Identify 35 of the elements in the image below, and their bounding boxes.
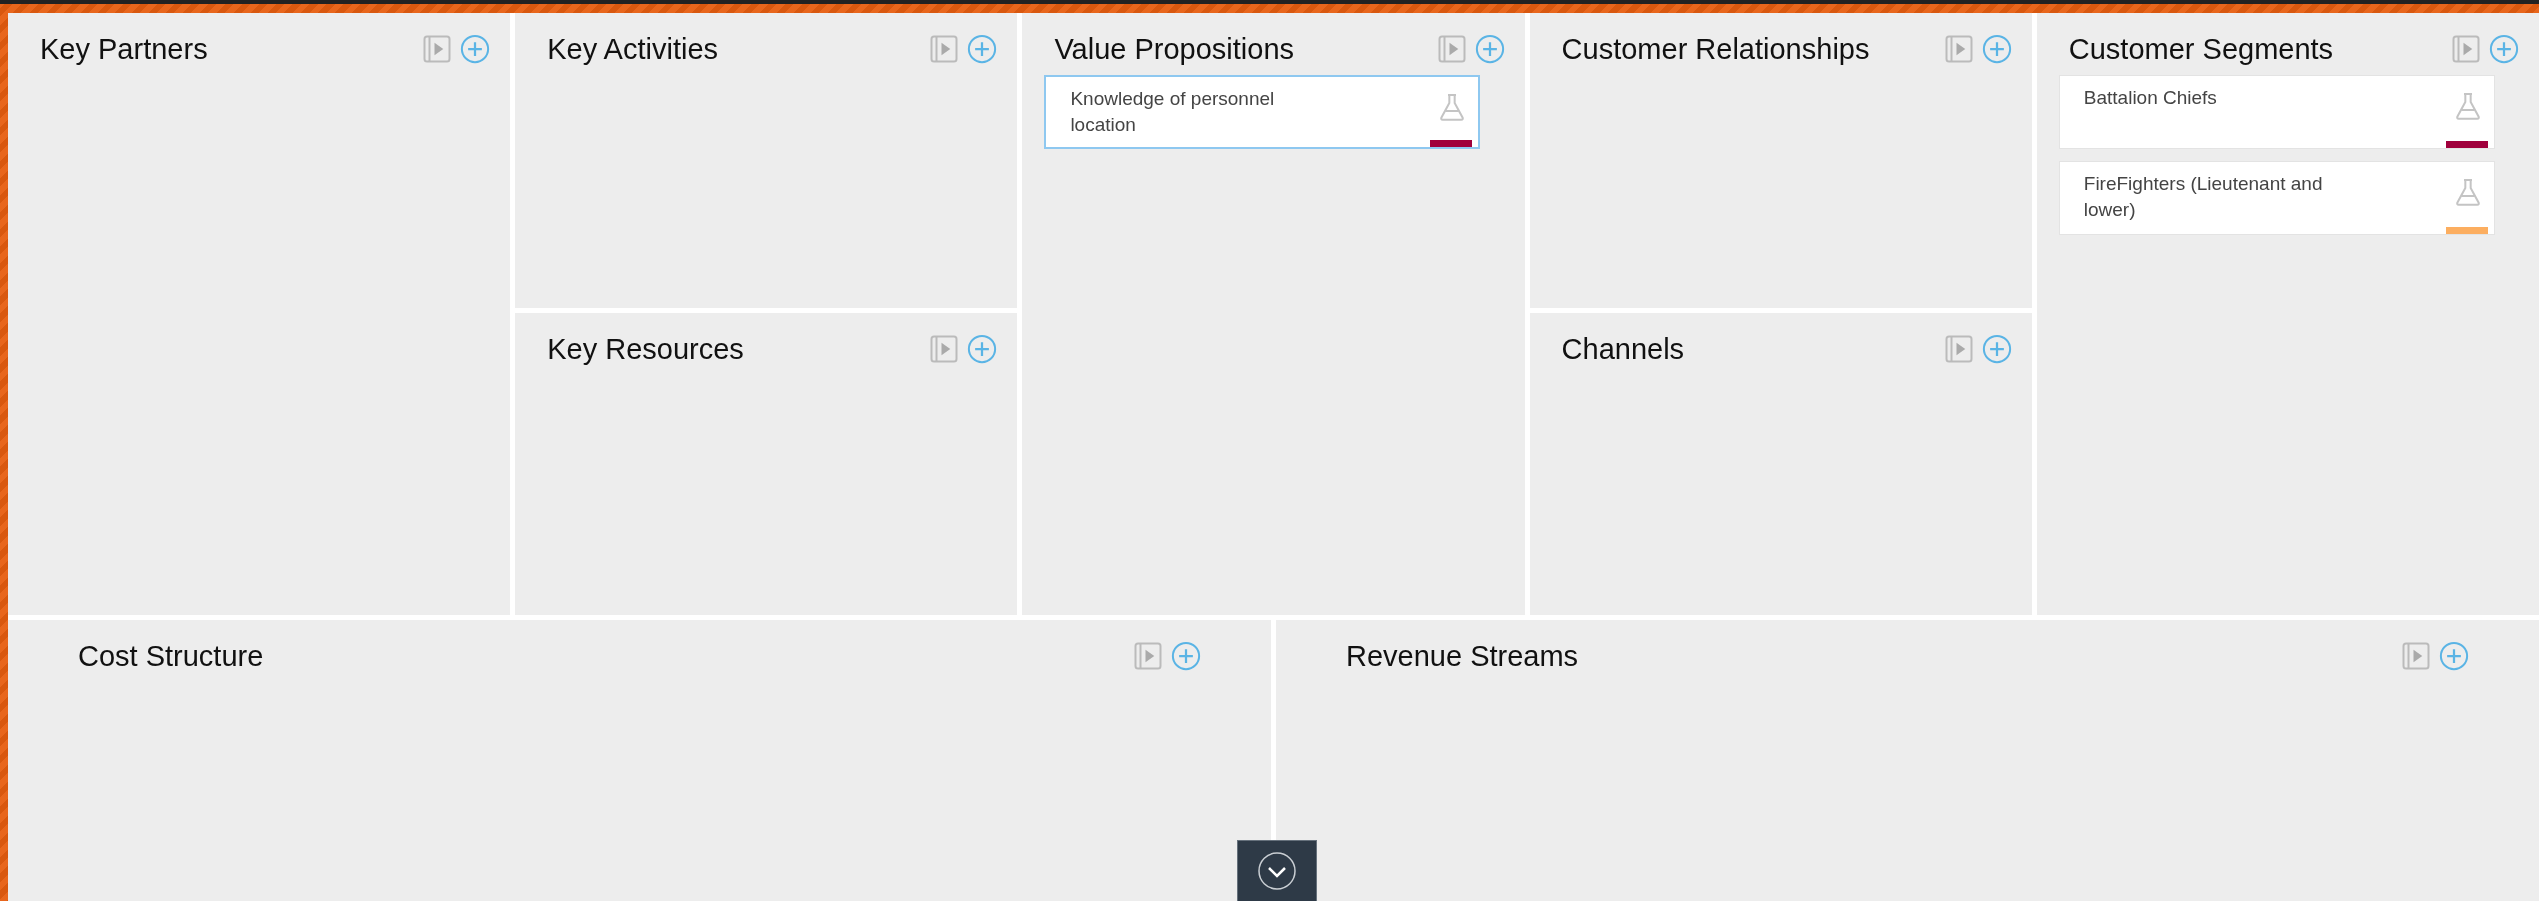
play-icon[interactable] — [1943, 334, 1974, 364]
play-icon[interactable] — [422, 34, 453, 64]
add-icon[interactable] — [1981, 334, 2012, 364]
add-icon[interactable] — [967, 34, 998, 64]
play-icon[interactable] — [2451, 34, 2481, 64]
add-icon[interactable] — [2489, 34, 2519, 64]
play-icon[interactable] — [2401, 641, 2431, 671]
block-title: Cost Structure — [78, 639, 264, 673]
block-title: Channels — [1561, 332, 1685, 366]
block-title: Key Partners — [40, 32, 208, 66]
play-icon[interactable] — [1133, 641, 1163, 671]
add-icon[interactable] — [460, 34, 491, 64]
add-icon[interactable] — [2439, 641, 2469, 671]
sticky-card[interactable]: FireFighters (Lieutenant and lower) — [2058, 161, 2495, 235]
block-title: Key Resources — [547, 332, 744, 366]
block-title: Customer Relationships — [1561, 32, 1870, 66]
chevron-down-icon — [1257, 851, 1297, 891]
add-icon[interactable] — [967, 334, 998, 364]
sticky-card[interactable]: Battalion Chiefs — [2058, 75, 2495, 149]
play-icon[interactable] — [1436, 34, 1467, 64]
card-text: FireFighters (Lieutenant and lower) — [2083, 172, 2324, 222]
card-text: Battalion Chiefs — [2083, 86, 2218, 110]
card-text: Knowledge of personnel location — [1070, 87, 1276, 137]
block-title: Value Propositions — [1054, 32, 1295, 66]
add-icon[interactable] — [1474, 34, 1505, 64]
block-title: Revenue Streams — [1346, 639, 1579, 673]
block-title: Customer Segments — [2068, 32, 2334, 66]
play-icon[interactable] — [929, 34, 960, 64]
play-icon[interactable] — [929, 334, 960, 364]
add-icon[interactable] — [1171, 641, 1201, 671]
block-title: Key Activities — [547, 32, 719, 66]
sticky-card[interactable]: Knowledge of personnel location — [1044, 75, 1481, 149]
scroll-down-button[interactable] — [1237, 840, 1317, 901]
play-icon[interactable] — [1943, 34, 1974, 64]
add-icon[interactable] — [1981, 34, 2012, 64]
